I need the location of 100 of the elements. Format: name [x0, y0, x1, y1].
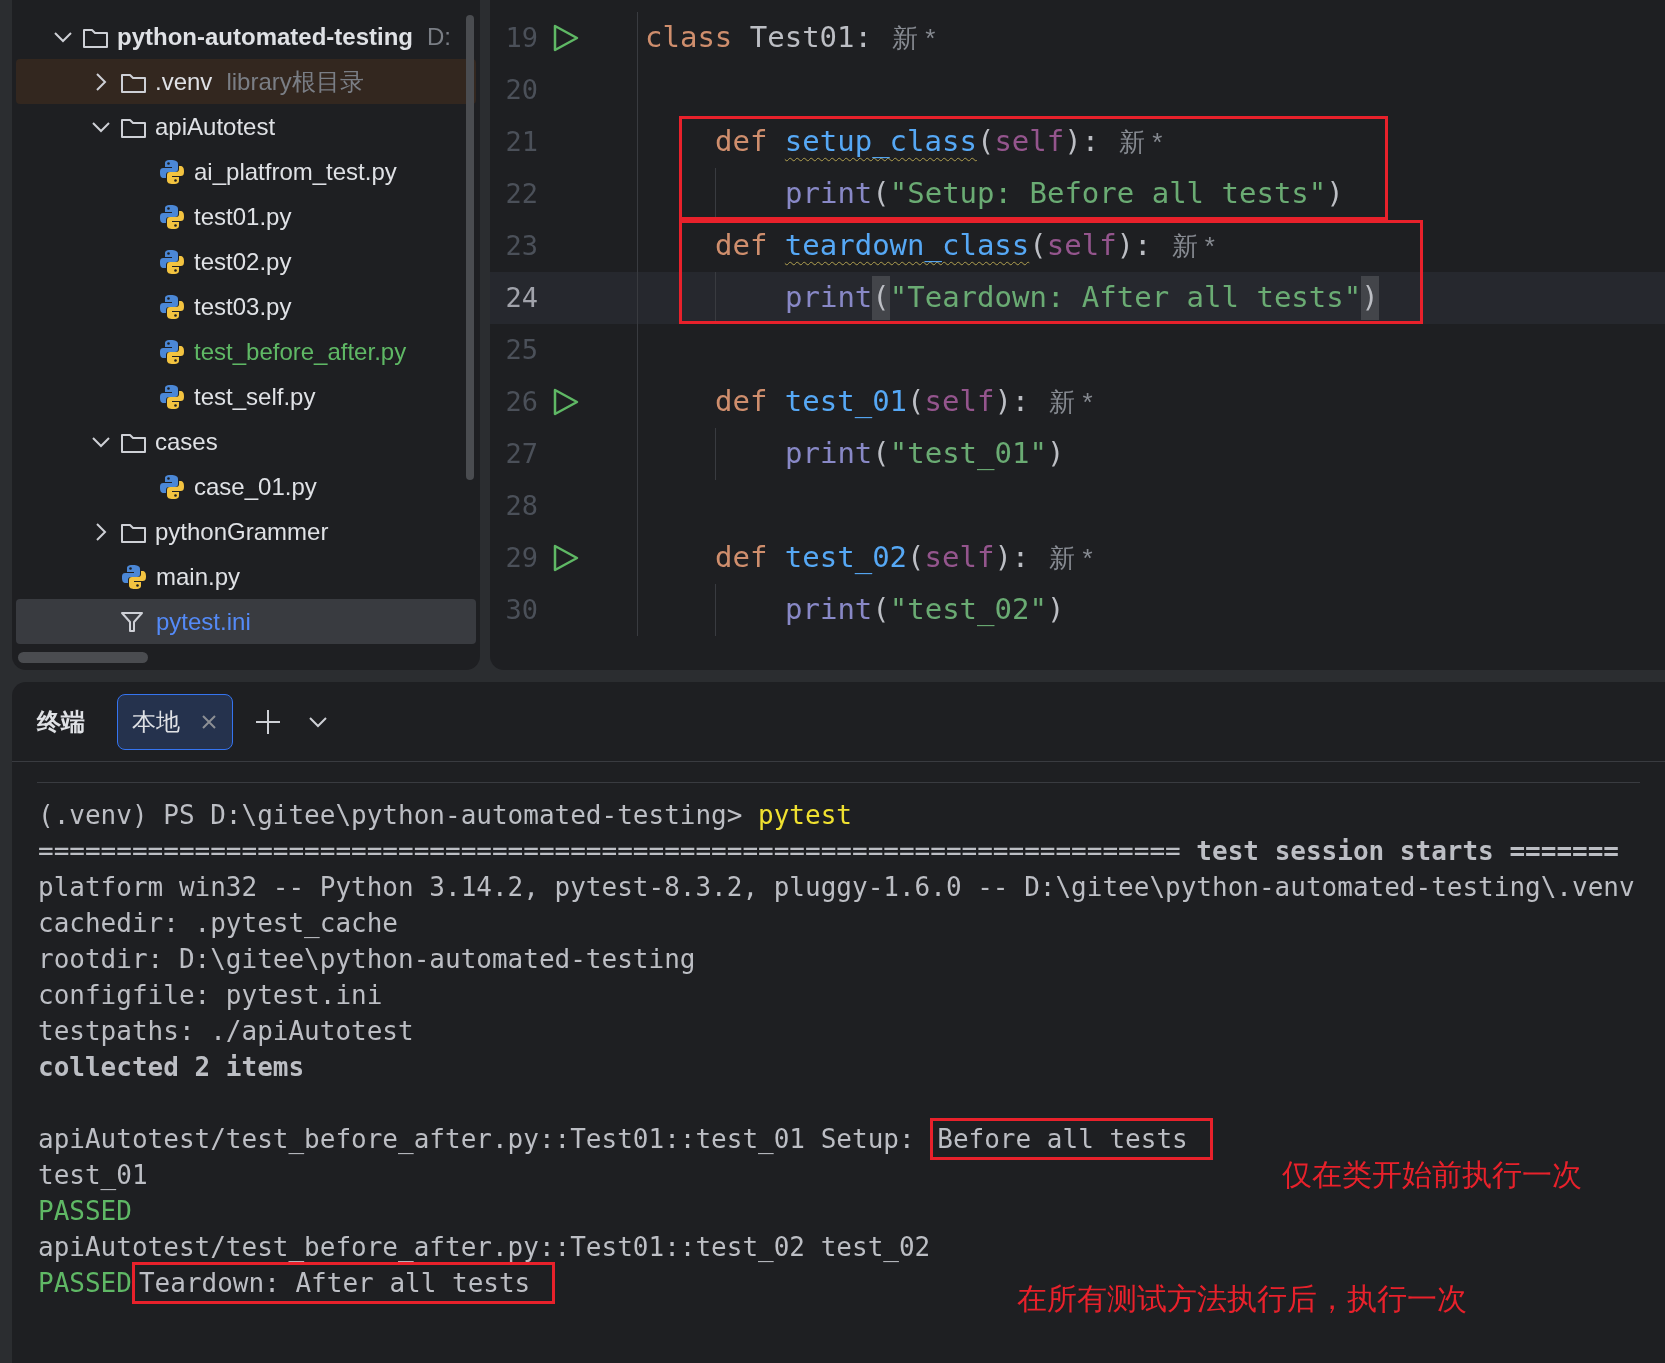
- vertical-scrollbar[interactable]: [466, 15, 474, 480]
- tree-item[interactable]: main.py: [16, 554, 476, 599]
- code-token: print: [785, 435, 873, 473]
- python-file-icon: [120, 562, 148, 591]
- python-file-icon: [158, 157, 186, 186]
- code-token: (: [872, 435, 890, 473]
- terminal-text: test session starts =======: [1196, 834, 1619, 868]
- code-token: (: [907, 383, 925, 421]
- code-token: teardown_class: [784, 227, 1030, 265]
- code-token: (: [872, 276, 890, 320]
- path-hint: library根目录: [226, 66, 364, 97]
- tree-item[interactable]: test_before_after.py: [16, 329, 476, 374]
- code-token: ): [1046, 591, 1065, 629]
- tree-item[interactable]: apiAutotest: [16, 104, 476, 149]
- file-name: test_self.py: [194, 381, 316, 412]
- file-name: pythonGrammer: [155, 516, 329, 547]
- code-token: print: [785, 279, 873, 317]
- path-hint: D:: [427, 21, 451, 52]
- terminal-text: PASSED: [38, 1266, 132, 1300]
- highlighted-output: Teardown: After all tests: [131, 1262, 556, 1304]
- python-file-icon: [158, 337, 186, 366]
- terminal-text: =========================================================================: [38, 834, 1182, 868]
- run-icon[interactable]: [552, 387, 580, 417]
- code-token: class: [645, 19, 734, 57]
- python-file-icon: [158, 292, 186, 321]
- close-icon[interactable]: [200, 712, 218, 731]
- file-name: python-automated-testing: [117, 21, 413, 52]
- tree-item[interactable]: pythonGrammer: [16, 509, 476, 554]
- run-icon[interactable]: [552, 543, 580, 573]
- filter-icon: [120, 610, 144, 633]
- tree-item[interactable]: python-automated-testing D:: [16, 14, 476, 59]
- code-token: def: [715, 539, 769, 577]
- terminal-text: rootdir: D:\gitee\python-automated-testing: [38, 942, 696, 976]
- file-name: cases: [155, 426, 218, 457]
- tree-item[interactable]: .venv library根目录: [16, 59, 476, 104]
- code-token: (: [1029, 227, 1047, 265]
- code-token: ): [1046, 435, 1065, 473]
- file-name: pytest.ini: [156, 606, 251, 637]
- terminal-text: cachedir: .pytest_cache: [38, 906, 399, 940]
- file-name: case_01.py: [194, 471, 317, 502]
- author-hint: 新 *: [892, 21, 936, 55]
- code-token: self: [1046, 227, 1117, 265]
- file-name: test_before_after.py: [194, 336, 407, 367]
- code-token: ):: [1116, 227, 1152, 265]
- code-token: (: [907, 539, 925, 577]
- author-hint: 新 *: [1049, 385, 1093, 419]
- code-token: ): [1361, 276, 1379, 320]
- terminal-text: apiAutotest/test_before_after.py::Test01::test_02 test_02: [38, 1230, 931, 1264]
- terminal-text: platform win32 -- Python 3.14.2, pytest-8.3.2, pluggy-1.6.0 -- D:\gitee\python-automated-testing\.venv: [38, 870, 1635, 904]
- code-token: ):: [994, 383, 1030, 421]
- file-name: ai_platfrom_test.py: [194, 156, 397, 187]
- code-token: ):: [994, 539, 1030, 577]
- author-hint: 新 *: [1171, 229, 1215, 263]
- python-file-icon: [158, 202, 186, 231]
- horizontal-scrollbar[interactable]: [18, 652, 148, 663]
- tree-item[interactable]: case_01.py: [16, 464, 476, 509]
- code-token: ):: [1064, 123, 1100, 161]
- tree-item[interactable]: test01.py: [16, 194, 476, 239]
- terminal-text: configfile: pytest.ini: [38, 978, 383, 1012]
- tree-item[interactable]: cases: [16, 419, 476, 464]
- code-token: (: [872, 591, 890, 629]
- code-token: test_01: [784, 383, 908, 421]
- author-hint: 新 *: [1049, 541, 1093, 575]
- code-token: "Setup: Before all tests": [889, 175, 1327, 213]
- run-icon[interactable]: [552, 23, 580, 53]
- file-name: test01.py: [194, 201, 292, 232]
- highlighted-output: Before all tests: [930, 1118, 1213, 1160]
- code-token: "test_01": [889, 435, 1047, 473]
- terminal-text: (.venv) PS D:\gitee\python-automated-testing>: [38, 798, 744, 832]
- python-file-icon: [158, 247, 186, 276]
- code-token: Test01:: [749, 19, 872, 57]
- code-token: print: [785, 175, 873, 213]
- line-number: 24: [504, 281, 538, 315]
- tree-item[interactable]: ai_platfrom_test.py: [16, 149, 476, 194]
- code-token: def: [715, 227, 769, 265]
- python-file-icon: [158, 382, 186, 411]
- code-token: self: [924, 383, 995, 421]
- code-token: "test_02": [889, 591, 1047, 629]
- code-token: (: [872, 175, 890, 213]
- file-name: test03.py: [194, 291, 292, 322]
- panel-title: 终端: [37, 706, 85, 737]
- tree-item[interactable]: test_self.py: [16, 374, 476, 419]
- terminal-text: test_01: [38, 1158, 148, 1192]
- file-name: .venv: [155, 66, 213, 97]
- tree-item[interactable]: test03.py: [16, 284, 476, 329]
- code-token: test_02: [784, 539, 908, 577]
- plus-icon[interactable]: [255, 708, 281, 735]
- tree-item[interactable]: test02.py: [16, 239, 476, 284]
- terminal-text: testpaths: ./apiAutotest: [38, 1014, 414, 1048]
- code-token: (: [976, 123, 995, 161]
- code-token: self: [924, 539, 995, 577]
- terminal-tab[interactable]: 本地: [117, 693, 233, 750]
- code-token: self: [994, 123, 1065, 161]
- code-token: "Teardown: After all tests": [889, 279, 1362, 317]
- terminal-text: apiAutotest/test_before_after.py::Test01::test_01 Setup:: [38, 1122, 916, 1156]
- author-hint: 新 *: [1119, 125, 1163, 159]
- annotation-note: 在所有测试方法执行后，执行一次: [1017, 1281, 1467, 1317]
- code-token: print: [785, 591, 873, 629]
- terminal-text: pytest: [758, 798, 852, 832]
- file-name: apiAutotest: [155, 111, 276, 142]
